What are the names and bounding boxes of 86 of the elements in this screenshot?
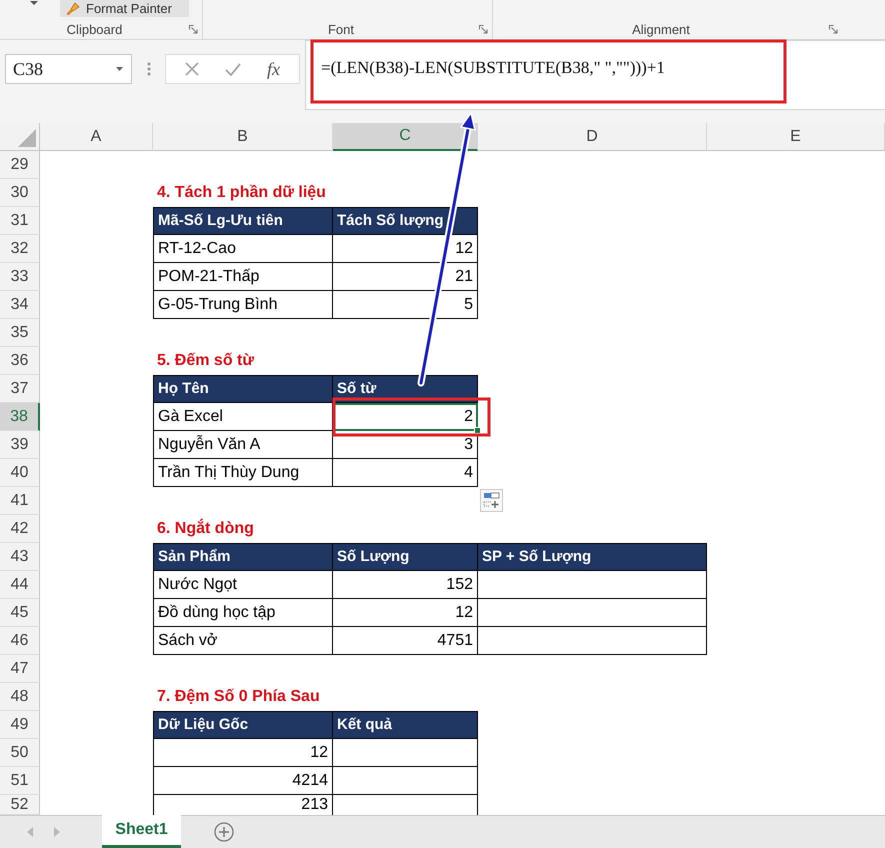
table-cell[interactable]: Sách vở	[153, 627, 333, 655]
grid-plus-icon[interactable]	[480, 489, 503, 512]
row-header[interactable]: 51	[0, 767, 40, 795]
row-header[interactable]: 34	[0, 291, 40, 319]
row-header[interactable]: 52	[0, 795, 40, 815]
table-cell[interactable]: 4751	[333, 627, 478, 655]
section-title: 6. Ngắt dòng	[157, 520, 254, 538]
column-header[interactable]: C	[333, 123, 478, 151]
row-header[interactable]: 44	[0, 571, 40, 599]
name-box[interactable]: C38	[5, 54, 132, 84]
column-header[interactable]: E	[707, 123, 885, 151]
row-header[interactable]: 39	[0, 431, 40, 459]
table-cell[interactable]	[333, 739, 478, 767]
row-header[interactable]: 42	[0, 515, 40, 543]
table-cell[interactable]: 12	[153, 739, 333, 767]
formula-input[interactable]: =(LEN(B38)-LEN(SUBSTITUTE(B38," ","")))+1	[305, 40, 885, 110]
row-header[interactable]: 40	[0, 459, 40, 487]
table-cell[interactable]: Gà Excel	[153, 403, 333, 431]
row-header[interactable]: 32	[0, 235, 40, 263]
row-header[interactable]: 29	[0, 151, 40, 179]
table-header[interactable]: Dữ Liệu Gốc	[153, 711, 333, 739]
table-cell[interactable]	[478, 599, 707, 627]
table-cell[interactable]: RT-12-Cao	[153, 235, 333, 263]
table-cell[interactable]: Nguyễn Văn A	[153, 431, 333, 459]
row-header[interactable]: 46	[0, 627, 40, 655]
row-header[interactable]: 33	[0, 263, 40, 291]
section-title: 5. Đếm số từ	[157, 352, 254, 370]
table-cell[interactable]: 21	[333, 263, 478, 291]
row-header[interactable]: 35	[0, 319, 40, 347]
section-title: 7. Đệm Số 0 Phía Sau	[157, 688, 320, 706]
row-header[interactable]: 31	[0, 207, 40, 235]
fill-handle[interactable]	[474, 427, 481, 434]
table-cell[interactable]: Trần Thị Thùy Dung	[153, 459, 333, 487]
table-cell[interactable]: G-05-Trung Bình	[153, 291, 333, 319]
table-header[interactable]: Sản Phẩm	[153, 543, 333, 571]
table-cell[interactable]: 3	[333, 431, 478, 459]
vertical-dots-icon[interactable]	[147, 62, 151, 76]
table-header[interactable]: Mã-Số Lg-Ưu tiên	[153, 207, 333, 235]
group-label: Clipboard	[66, 22, 122, 36]
table-cell[interactable]: Đồ dùng học tập	[153, 599, 333, 627]
row-header[interactable]: 48	[0, 683, 40, 711]
column-header[interactable]: B	[153, 123, 333, 151]
caret-icon[interactable]	[30, 1, 38, 5]
table-cell[interactable]: POM-21-Thấp	[153, 263, 333, 291]
table-cell[interactable]	[478, 571, 707, 599]
row-header[interactable]: 50	[0, 739, 40, 767]
table-cell[interactable]	[333, 767, 478, 795]
table-cell[interactable]: 5	[333, 291, 478, 319]
table-header[interactable]: Số Lượng	[333, 543, 478, 571]
table-cell[interactable]: 4214	[153, 767, 333, 795]
expand-corner-icon[interactable]	[479, 24, 488, 34]
format-painter-button[interactable]: Format Painter	[60, 0, 189, 17]
sheet-tab[interactable]: Sheet1	[102, 815, 181, 848]
row-header[interactable]: 41	[0, 487, 40, 515]
group-label: Font	[328, 22, 354, 36]
caret-icon[interactable]	[116, 67, 123, 71]
row-header[interactable]: 38	[0, 403, 40, 431]
table-header[interactable]: Tách Số lượng	[333, 207, 478, 235]
expand-corner-icon[interactable]	[189, 24, 198, 34]
row-header[interactable]: 30	[0, 179, 40, 207]
row-header[interactable]: 36	[0, 347, 40, 375]
table-cell[interactable]	[478, 627, 707, 655]
table-cell[interactable]: Nước Ngọt	[153, 571, 333, 599]
table-cell[interactable]: 12	[333, 235, 478, 263]
cancel-icon[interactable]	[185, 62, 199, 76]
column-header[interactable]: D	[478, 123, 707, 151]
table-cell[interactable]: 152	[333, 571, 478, 599]
check-icon[interactable]	[225, 62, 241, 76]
row-header[interactable]: 47	[0, 655, 40, 683]
row-header[interactable]: 37	[0, 375, 40, 403]
section-title: 4. Tách 1 phần dữ liệu	[157, 184, 326, 202]
group-label: Alignment	[632, 22, 690, 36]
row-header[interactable]: 49	[0, 711, 40, 739]
add-sheet-icon[interactable]	[214, 822, 234, 842]
row-header[interactable]: 43	[0, 543, 40, 571]
table-header[interactable]: Họ Tên	[153, 375, 333, 403]
expand-corner-icon[interactable]	[829, 24, 838, 34]
table-cell[interactable]: 12	[333, 599, 478, 627]
table-cell[interactable]: 4	[333, 459, 478, 487]
row-header[interactable]: 45	[0, 599, 40, 627]
table-cell[interactable]: 2	[333, 403, 478, 431]
insert-function-button[interactable]: fx	[267, 58, 280, 80]
column-header[interactable]: A	[40, 123, 153, 151]
table-header[interactable]: SP + Số Lượng	[478, 543, 707, 571]
paintbrush-icon	[66, 2, 80, 16]
table-header[interactable]: Kết quả	[333, 711, 478, 739]
